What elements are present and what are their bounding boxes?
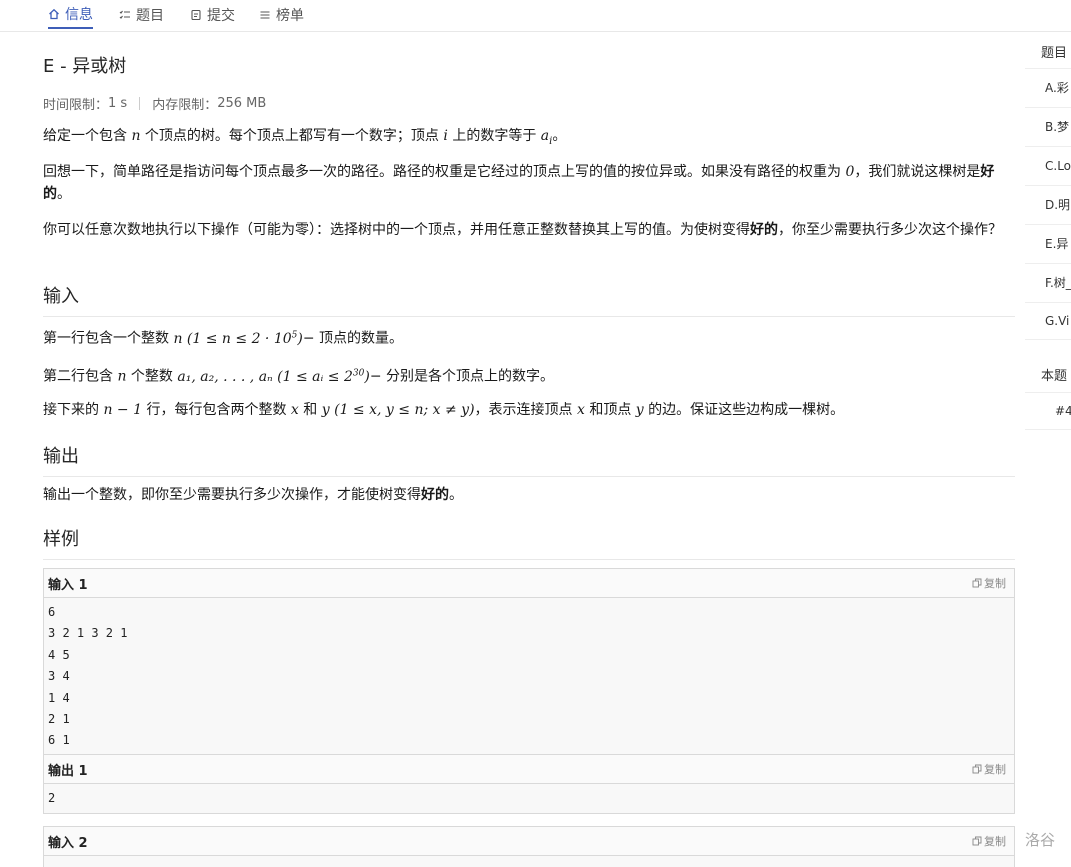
output-line-1: 输出一个整数，即你至少需要执行多少次操作，才能使树变得好的。 [43, 487, 463, 503]
sample-label: 输出 1 [48, 763, 88, 779]
time-limit-value: 1 s [108, 96, 128, 111]
tab-submit-label: 提交 [207, 7, 235, 24]
sample-input-1: 输入 1 复制 6 3 2 1 3 2 1 4 5 3 4 1 4 2 1 6 … [43, 568, 1015, 757]
sample-header: 输入 2 复制 [44, 827, 1014, 856]
sidebar-section-item[interactable]: #4 [1025, 392, 1071, 430]
tab-info[interactable]: 信息 [48, 0, 93, 29]
copy-button[interactable]: 复制 [972, 833, 1006, 849]
samples-heading: 样例 [43, 525, 1015, 560]
tab-ranking-label: 榜单 [276, 7, 304, 24]
statement-paragraph-2: 回想一下，简单路径是指访问每个顶点最多一次的路径。路径的权重是它经过的顶点上写的… [43, 164, 995, 202]
copy-icon [972, 836, 982, 846]
copy-button[interactable]: 复制 [972, 575, 1006, 591]
list-check-icon [119, 10, 130, 19]
tab-submit[interactable]: 提交 [190, 0, 235, 29]
top-nav: 信息 题目 提交 榜单 [0, 0, 1071, 32]
sidebar-item-a[interactable]: A.彩 [1025, 68, 1071, 106]
sidebar-item-b[interactable]: B.梦 [1025, 107, 1071, 145]
tab-problems-label: 题目 [136, 7, 164, 24]
sidebar-item-f[interactable]: F.树_ [1025, 263, 1071, 301]
sample-header: 输入 1 复制 [44, 569, 1014, 598]
sidebar-section-title: 本题 [1041, 369, 1068, 384]
copy-icon [972, 578, 982, 588]
sidebar-title: 题目 [1041, 46, 1068, 61]
input-heading: 输入 [43, 282, 1015, 317]
sidebar-item-g[interactable]: G.Vi [1025, 302, 1071, 340]
sample-header: 输出 1 复制 [44, 755, 1014, 784]
input-line-3: 接下来的 n − 1 行，每行包含两个整数 x 和 y (1 ≤ x, y ≤ … [43, 402, 845, 418]
input-line-1: 第一行包含一个整数 n (1 ≤ n ≤ 2 · 105)− 顶点的数量。 [43, 330, 404, 347]
problem-limits: 时间限制： 1 s 内存限制： 256 MB [43, 94, 266, 113]
tab-info-label: 信息 [65, 6, 93, 23]
sample-label: 输入 1 [48, 577, 88, 593]
input-line-2: 第二行包含 n 个整数 a₁, a₂, . . . , aₙ (1 ≤ aᵢ ≤… [43, 368, 554, 385]
time-limit-label: 时间限制： [43, 98, 109, 113]
copy-icon [972, 764, 982, 774]
statement-paragraph-1: 给定一个包含 n 个顶点的树。每个顶点上都写有一个数字；顶点 i 上的数字等于 … [43, 128, 567, 147]
list-icon [260, 10, 270, 19]
tab-problems[interactable]: 题目 [119, 0, 164, 29]
tab-ranking[interactable]: 榜单 [259, 0, 304, 29]
sidebar-item-d[interactable]: D.明 [1025, 185, 1071, 223]
copy-button[interactable]: 复制 [972, 761, 1006, 777]
sidebar-item-c[interactable]: C.Lo [1025, 146, 1071, 184]
document-icon [191, 9, 201, 20]
watermark-text: 洛谷 [1025, 831, 1056, 849]
home-icon [49, 8, 59, 19]
memory-limit-value: 256 MB [217, 96, 267, 111]
memory-limit-label: 内存限制： [152, 98, 218, 113]
sample-content: 6 3 2 1 3 2 1 4 5 3 4 1 4 2 1 6 1 [48, 605, 128, 748]
sample-content: 2 [48, 791, 56, 805]
output-heading: 输出 [43, 442, 1015, 477]
sample-output-1: 输出 1 复制 2 [43, 754, 1015, 815]
divider [139, 97, 141, 110]
problem-title: E - 异或树 [43, 56, 127, 77]
sidebar-item-e[interactable]: E.异 [1025, 224, 1071, 262]
sample-input-2: 输入 2 复制 [43, 826, 1015, 867]
sample-label: 输入 2 [48, 835, 88, 851]
statement-paragraph-3: 你可以任意次数地执行以下操作（可能为零）：选择树中的一个顶点，并用任意正整数替换… [43, 222, 1002, 238]
